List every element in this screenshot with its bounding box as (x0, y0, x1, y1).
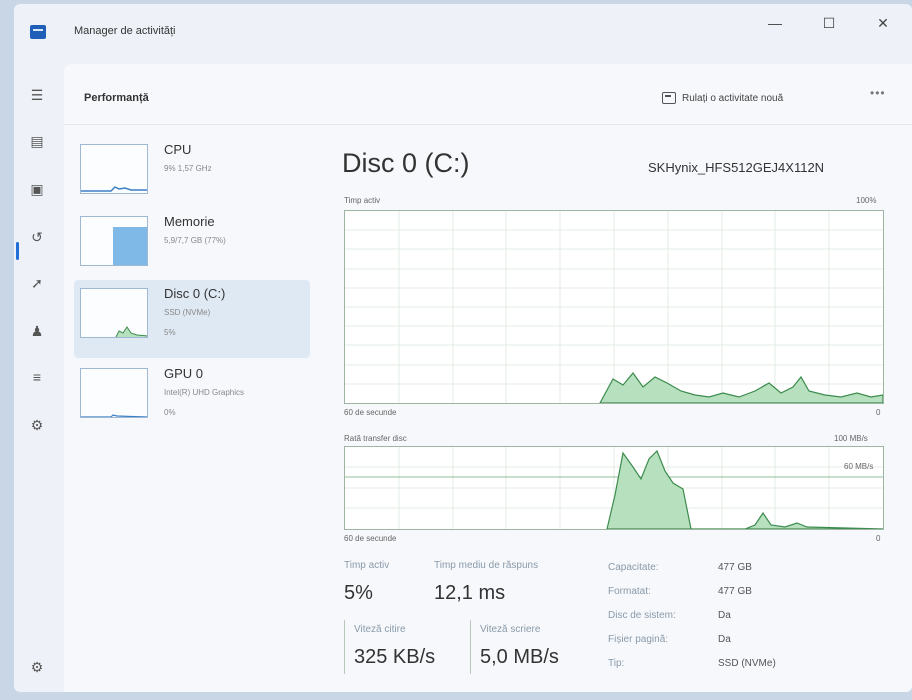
page-file-value: Da (718, 634, 731, 645)
hamburger-icon[interactable]: ☰ (26, 84, 48, 106)
transfer-rate-graph (344, 446, 884, 530)
device-model: Intel(R) UHD Graphics (164, 388, 245, 397)
type-label: Tip: (608, 658, 625, 669)
selected-indicator (16, 242, 19, 260)
transfer-graph-min: 0 (876, 534, 881, 543)
window-title: Manager de activități (74, 25, 176, 37)
task-manager-window: Manager de activități — ☐ ✕ ☰ ▤ ▣ ↺ ➚ ♟ … (14, 4, 912, 692)
performance-page: Performanță Rulați o activitate nouă •••… (64, 64, 912, 692)
write-separator (470, 620, 471, 674)
device-name: CPU (164, 142, 192, 157)
device-usage: 9% 1,57 GHz (164, 164, 212, 173)
disk-title: Disc 0 (C:) (342, 148, 470, 178)
device-item-cpu[interactable]: CPU 9% 1,57 GHz (74, 136, 310, 214)
active-time-label: Timp activ (344, 560, 390, 571)
run-new-task-button[interactable]: Rulați o activitate nouă (662, 88, 783, 108)
details-icon[interactable]: ≡ (26, 366, 48, 388)
capacity-value: 477 GB (718, 562, 752, 573)
read-speed-label: Viteză citire (354, 624, 406, 635)
close-button[interactable]: ✕ (868, 12, 898, 34)
type-value: SSD (NVMe) (718, 658, 776, 669)
active-time-graph-max: 100% (856, 196, 877, 205)
device-item-gpu-0[interactable]: GPU 0 Intel(R) UHD Graphics 0% (74, 360, 310, 438)
device-type: SSD (NVMe) (164, 308, 211, 317)
capacity-label: Capacitate: (608, 562, 659, 573)
navigation-rail: ☰ ▤ ▣ ↺ ➚ ♟ ≡ ⚙ ⚙ (14, 64, 62, 692)
disk-model: SKHynix_HFS512GEJ4X112N (648, 160, 825, 175)
response-time-value: 12,1 ms (434, 582, 506, 604)
device-name: Disc 0 (C:) (164, 286, 226, 301)
device-item-disk-0[interactable]: Disc 0 (C:) SSD (NVMe) 5% (74, 280, 310, 358)
device-item-memory[interactable]: Memorie 5,9/7,7 GB (77%) (74, 208, 310, 286)
response-time-label: Timp mediu de răspuns (434, 560, 539, 571)
minimize-button[interactable]: — (760, 12, 790, 34)
transfer-graph-mid: 60 MB/s (844, 462, 874, 471)
disk-thumbnail-graph (80, 288, 148, 338)
active-time-area (598, 372, 884, 404)
device-usage: 5,9/7,7 GB (77%) (164, 236, 226, 245)
gpu-thumbnail-graph (80, 368, 148, 418)
task-manager-app-icon (30, 25, 46, 39)
services-icon[interactable]: ⚙ (26, 414, 48, 436)
title-bar: Manager de activități — ☐ ✕ (14, 4, 912, 64)
transfer-graph-max: 100 MB/s (834, 434, 868, 443)
run-task-label: Rulați o activitate nouă (682, 92, 784, 104)
startup-apps-icon[interactable]: ➚ (26, 272, 48, 294)
processes-icon[interactable]: ▤ (26, 130, 48, 152)
transfer-rate-area (606, 449, 884, 530)
memory-thumbnail-graph (80, 216, 148, 266)
settings-icon[interactable]: ⚙ (26, 656, 48, 678)
device-usage: 5% (164, 328, 176, 337)
maximize-button[interactable]: ☐ (814, 12, 844, 34)
page-file-label: Fișier pagină: (608, 634, 669, 645)
app-history-icon[interactable]: ↺ (26, 226, 48, 248)
active-time-graph (344, 210, 884, 404)
active-time-graph-time: 60 de secunde (344, 408, 397, 417)
run-task-icon (662, 92, 676, 104)
transfer-graph-label: Rată transfer disc (344, 434, 407, 443)
device-name: GPU 0 (164, 366, 204, 381)
active-time-graph-min: 0 (876, 408, 881, 417)
cpu-thumbnail-graph (80, 144, 148, 194)
page-title: Performanță (84, 92, 149, 104)
more-options-button[interactable]: ••• (870, 86, 886, 100)
active-time-graph-label: Timp activ (344, 196, 381, 205)
active-time-value: 5% (344, 582, 373, 604)
device-usage: 0% (164, 408, 176, 417)
device-name: Memorie (164, 214, 215, 229)
read-speed-value: 325 KB/s (354, 646, 436, 668)
formatted-label: Formatat: (608, 586, 651, 597)
transfer-graph-time: 60 de secunde (344, 534, 397, 543)
system-disk-label: Disc de sistem: (608, 610, 676, 621)
write-speed-label: Viteză scriere (480, 624, 541, 635)
read-separator (344, 620, 345, 674)
users-icon[interactable]: ♟ (26, 320, 48, 342)
performance-icon[interactable]: ▣ (26, 178, 48, 200)
write-speed-value: 5,0 MB/s (480, 646, 559, 668)
formatted-value: 477 GB (718, 586, 752, 597)
header-divider (64, 124, 912, 125)
system-disk-value: Da (718, 610, 731, 621)
